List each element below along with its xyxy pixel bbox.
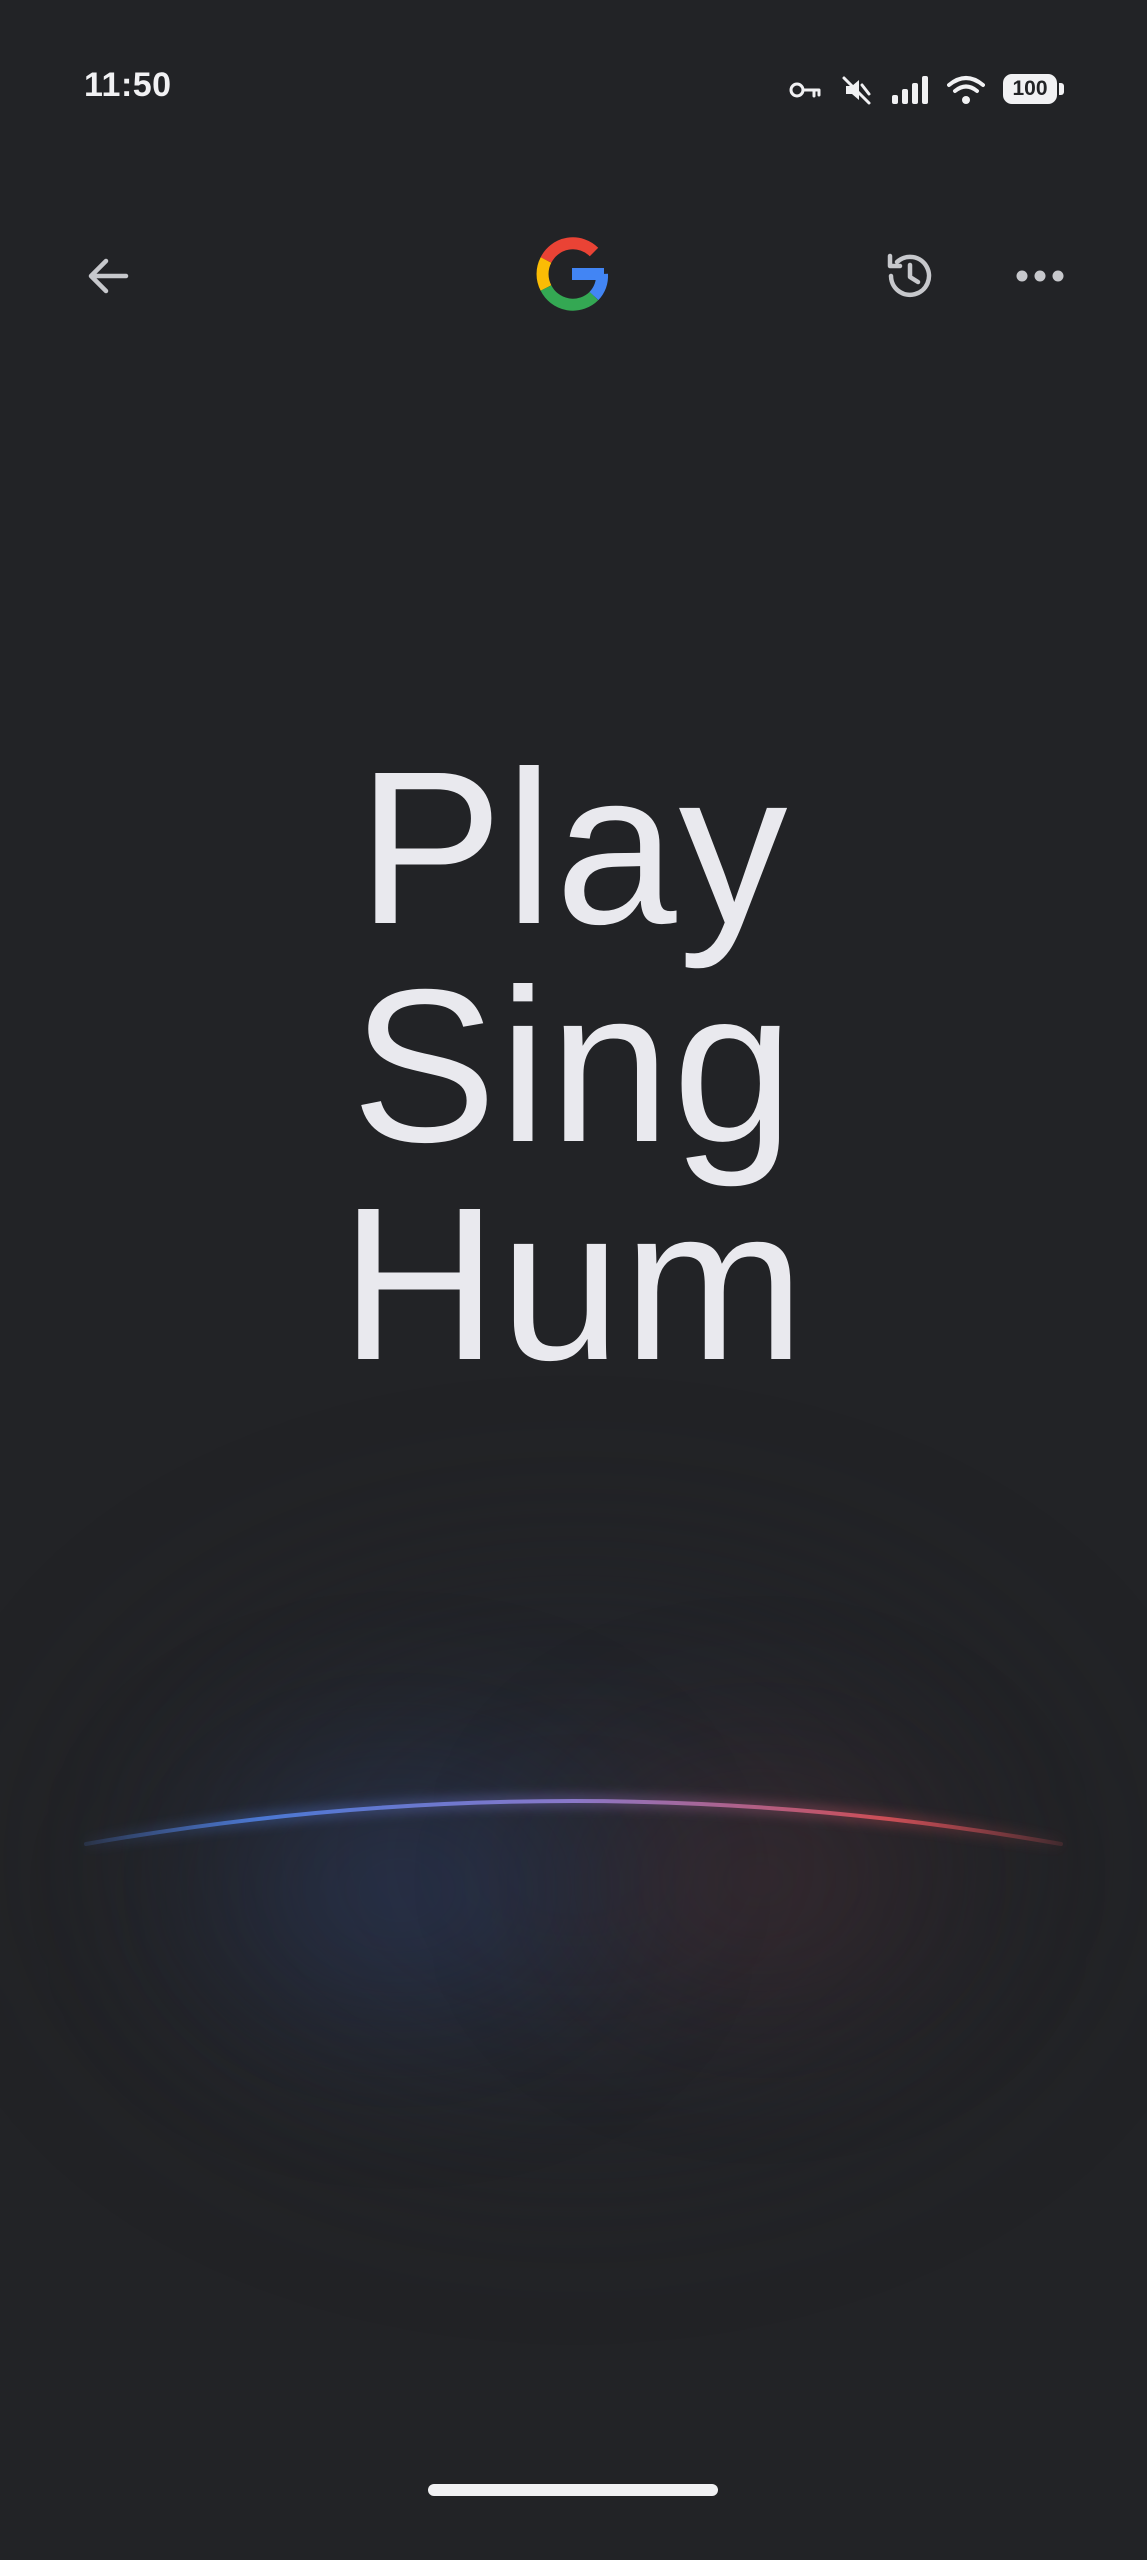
- history-icon: [887, 253, 932, 298]
- listening-prompt: Play Sing Hum: [0, 740, 1147, 1394]
- prompt-line-sing: Sing: [351, 945, 796, 1188]
- signal-icon: [891, 75, 929, 105]
- listening-glow-visual: [0, 1380, 1147, 2280]
- arrow-back-icon: [88, 258, 129, 294]
- home-indicator[interactable]: [428, 2484, 718, 2496]
- battery-level: 100: [1012, 77, 1048, 100]
- back-button[interactable]: [66, 234, 150, 318]
- status-icons: 100: [789, 68, 1065, 112]
- status-time: 11:50: [84, 66, 172, 104]
- google-g-logo: [532, 234, 612, 314]
- more-options-button[interactable]: [998, 234, 1082, 318]
- history-button[interactable]: [868, 234, 952, 318]
- more-horizontal-icon: [1016, 270, 1064, 282]
- app-bar: [0, 210, 1147, 330]
- status-bar: 11:50 100: [0, 0, 1147, 180]
- prompt-line-play: Play: [357, 727, 790, 970]
- listening-arc: [84, 1796, 1063, 1849]
- wifi-icon: [947, 75, 985, 105]
- song-search-screen: 11:50 100 Play Sing Hum: [0, 0, 1147, 2560]
- prompt-line-hum: Hum: [340, 1163, 807, 1406]
- vpn-key-icon: [789, 79, 823, 101]
- battery-icon: 100: [1003, 74, 1065, 106]
- mute-icon: [841, 74, 873, 106]
